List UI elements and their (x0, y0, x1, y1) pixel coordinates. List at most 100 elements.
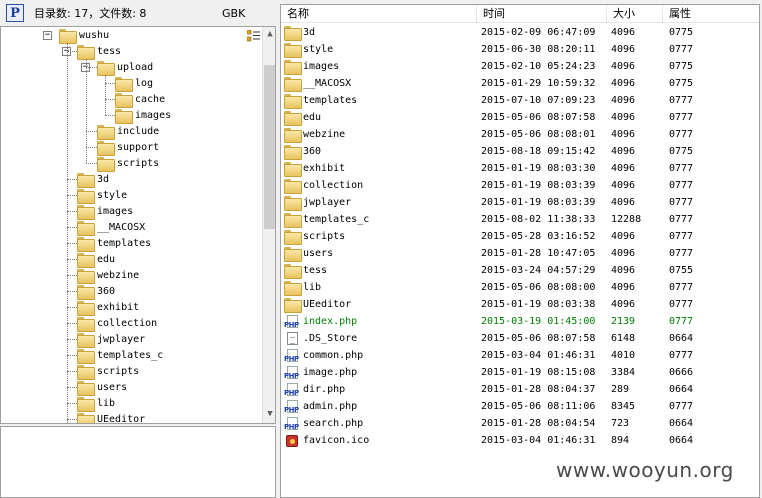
tree-node[interactable]: 360 (77, 283, 115, 300)
file-row[interactable]: PHP admin.php 2015-05-06 08:11:06 8345 0777 (281, 398, 759, 415)
folder-icon (77, 268, 95, 284)
file-row[interactable]: tess 2015-03-24 04:57:29 4096 0755 (281, 262, 759, 279)
tree-node[interactable]: templates_c (77, 347, 163, 364)
tree-node[interactable]: exhibit (77, 299, 139, 316)
file-size: 4096 (611, 112, 636, 123)
tree-node[interactable]: include (97, 123, 160, 140)
tree-node[interactable]: style (77, 187, 127, 204)
file-size: 4096 (611, 163, 636, 174)
collapse-toggle-icon[interactable]: − (43, 31, 52, 40)
tree-node[interactable]: 3d (77, 171, 109, 188)
tree-node[interactable]: lib (77, 395, 115, 412)
file-attr: 0777 (669, 214, 694, 225)
app-logo-icon[interactable]: P (6, 4, 24, 22)
tree-node-label: include (117, 125, 160, 137)
file-name: collection (303, 180, 364, 191)
tree-node-label: upload (117, 61, 154, 73)
file-size: 4096 (611, 282, 636, 293)
file-row[interactable]: images 2015-02-10 05:24:23 4096 0775 (281, 58, 759, 75)
php-file-tag: PHP (284, 320, 299, 329)
tree-node[interactable]: support (97, 139, 159, 156)
scroll-thumb[interactable] (264, 65, 275, 229)
file-attr: 0777 (669, 44, 694, 55)
file-name-cell: PHP image.php (281, 365, 477, 380)
folder-icon (97, 156, 115, 172)
file-name-cell: templates (281, 94, 477, 109)
tree-node[interactable]: upload (97, 59, 154, 76)
column-header-size[interactable]: 大小 (607, 5, 663, 23)
file-size: 723 (611, 418, 630, 429)
file-size: 4096 (611, 197, 636, 208)
tree-scrollbar[interactable]: ▲ ▼ (262, 27, 275, 423)
file-row[interactable]: webzine 2015-05-06 08:08:01 4096 0777 (281, 126, 759, 143)
file-row[interactable]: users 2015-01-28 10:47:05 4096 0777 (281, 245, 759, 262)
file-time: 2015-03-04 01:46:31 (481, 350, 596, 361)
file-row[interactable]: PHP dir.php 2015-01-28 08:04:37 289 0664 (281, 381, 759, 398)
file-row[interactable]: jwplayer 2015-01-19 08:03:39 4096 0777 (281, 194, 759, 211)
tree-node[interactable]: scripts (97, 155, 160, 172)
tree-node[interactable]: images (77, 203, 133, 220)
encoding-label[interactable]: GBK (222, 7, 245, 20)
folder-icon (77, 204, 95, 220)
tree-node-label: scripts (117, 157, 160, 169)
file-time: 2015-01-29 10:59:32 (481, 78, 596, 89)
file-name: dir.php (303, 384, 346, 395)
tree-node[interactable]: jwplayer (77, 331, 145, 348)
file-name-cell: users (281, 247, 477, 262)
file-time: 2015-07-10 07:09:23 (481, 95, 596, 106)
file-attr: 0777 (669, 350, 694, 361)
file-time: 2015-06-30 08:20:11 (481, 44, 596, 55)
tree-node[interactable]: tess (77, 43, 121, 60)
scroll-up-icon[interactable]: ▲ (263, 27, 275, 41)
tree-connector (67, 195, 77, 196)
file-row[interactable]: scripts 2015-05-28 03:16:52 4096 0777 (281, 228, 759, 245)
file-size: 4096 (611, 299, 636, 310)
tree-node[interactable]: edu (77, 251, 115, 268)
column-header-time[interactable]: 时间 (477, 5, 607, 23)
file-row[interactable]: lib 2015-05-06 08:08:00 4096 0777 (281, 279, 759, 296)
folder-icon (284, 43, 302, 58)
info-panel[interactable] (0, 426, 276, 498)
column-header-attr[interactable]: 属性 (663, 5, 753, 23)
file-size: 4096 (611, 44, 636, 55)
file-row[interactable]: edu 2015-05-06 08:07:58 4096 0777 (281, 109, 759, 126)
tree-node[interactable]: collection (77, 315, 157, 332)
tree-node[interactable]: cache (115, 91, 165, 108)
tree-connector (67, 387, 77, 388)
file-row[interactable]: 3d 2015-02-09 06:47:09 4096 0775 (281, 24, 759, 41)
tree-node[interactable]: UEeditor (77, 411, 145, 423)
file-row[interactable]: PHP image.php 2015-01-19 08:15:08 3384 0666 (281, 364, 759, 381)
file-name-cell: edu (281, 111, 477, 126)
file-time: 2015-02-10 05:24:23 (481, 61, 596, 72)
file-name: users (303, 248, 334, 259)
file-row[interactable]: collection 2015-01-19 08:03:39 4096 0777 (281, 177, 759, 194)
file-list[interactable]: 名称 时间 大小 属性 3d 2015-02-09 06:47:09 4096 077… (280, 4, 760, 498)
tree-options-icon[interactable] (246, 29, 260, 42)
folder-icon (77, 348, 95, 364)
directory-tree[interactable]: wushu − tess − upload − log cache images include s… (0, 26, 276, 424)
file-row[interactable]: PHP index.php 2015-03-19 01:45:00 2139 0777 (281, 313, 759, 330)
file-row[interactable]: .DS_Store 2015-05-06 08:07:58 6148 0664 (281, 330, 759, 347)
file-row[interactable]: favicon.ico 2015-03-04 01:46:31 894 0664 (281, 432, 759, 449)
file-row[interactable]: style 2015-06-30 08:20:11 4096 0777 (281, 41, 759, 58)
file-row[interactable]: templates 2015-07-10 07:09:23 4096 0777 (281, 92, 759, 109)
file-time: 2015-08-02 11:38:33 (481, 214, 596, 225)
php-file-icon: PHP (284, 382, 300, 397)
file-row[interactable]: templates_c 2015-08-02 11:38:33 12288 0777 (281, 211, 759, 228)
file-row[interactable]: __MACOSX 2015-01-29 10:59:32 4096 0775 (281, 75, 759, 92)
tree-node[interactable]: __MACOSX (77, 219, 145, 236)
tree-node[interactable]: templates (77, 235, 151, 252)
file-row[interactable]: PHP common.php 2015-03-04 01:46:31 4010 0777 (281, 347, 759, 364)
file-row[interactable]: exhibit 2015-01-19 08:03:30 4096 0777 (281, 160, 759, 177)
file-row[interactable]: UEeditor 2015-01-19 08:03:38 4096 0777 (281, 296, 759, 313)
tree-node[interactable]: scripts (77, 363, 139, 380)
tree-node[interactable]: wushu (59, 27, 109, 44)
file-row[interactable]: 360 2015-08-18 09:15:42 4096 0775 (281, 143, 759, 160)
file-row[interactable]: PHP search.php 2015-01-28 08:04:54 723 0664 (281, 415, 759, 432)
tree-node[interactable]: log (115, 75, 153, 92)
scroll-down-icon[interactable]: ▼ (263, 407, 275, 421)
tree-node[interactable]: users (77, 379, 127, 396)
column-header-name[interactable]: 名称 (281, 5, 477, 23)
tree-node[interactable]: images (115, 107, 171, 124)
tree-node[interactable]: webzine (77, 267, 139, 284)
